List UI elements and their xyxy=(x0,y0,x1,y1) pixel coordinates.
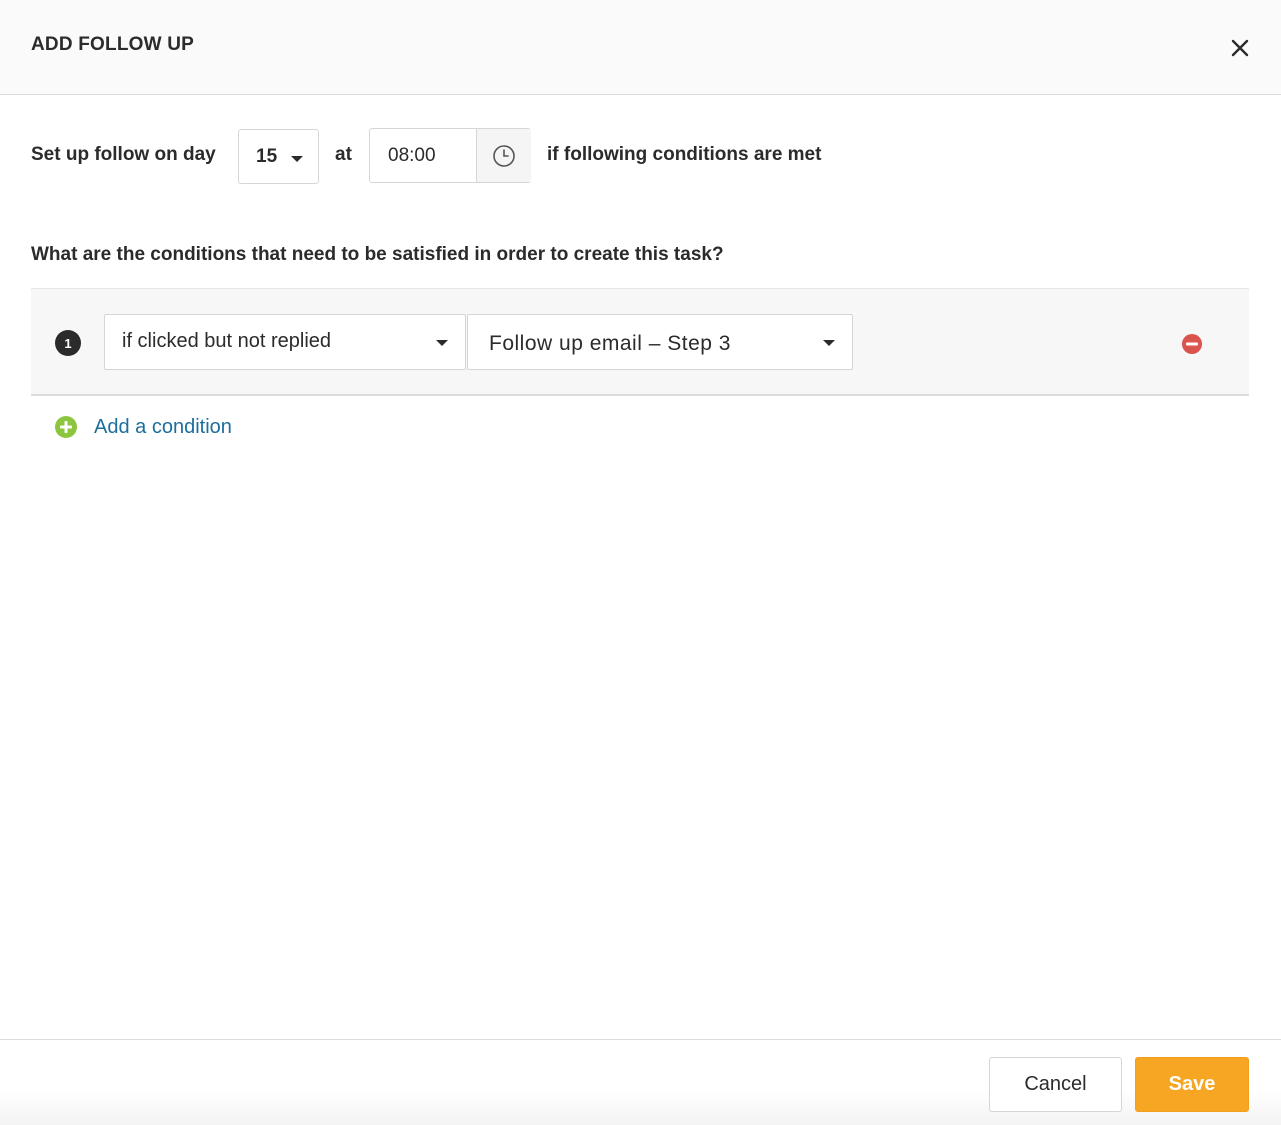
schedule-prefix-label: Set up follow on day xyxy=(31,144,216,165)
condition-step-select[interactable]: Follow up email – Step 3 xyxy=(467,314,853,370)
schedule-suffix-label: if following conditions are met xyxy=(547,144,822,165)
schedule-row: Set up follow on day 15 at 08:00 if foll… xyxy=(0,128,1281,184)
time-picker-button[interactable] xyxy=(476,129,531,182)
day-select[interactable]: 15 xyxy=(238,129,319,184)
add-follow-up-dialog: ADD FOLLOW UP Set up follow on day 15 at… xyxy=(0,0,1281,1125)
time-input-value: 08:00 xyxy=(388,145,436,166)
time-input[interactable]: 08:00 xyxy=(369,128,531,183)
save-button[interactable]: Save xyxy=(1135,1057,1249,1112)
condition-step-value: Follow up email – Step 3 xyxy=(489,332,731,355)
chevron-down-icon xyxy=(823,340,835,346)
condition-type-select[interactable]: if clicked but not replied xyxy=(104,314,466,370)
close-button[interactable] xyxy=(1226,34,1254,62)
conditions-question: What are the conditions that need to be … xyxy=(31,244,724,265)
add-condition-label: Add a condition xyxy=(94,415,232,438)
at-label: at xyxy=(335,144,352,165)
condition-number-badge: 1 xyxy=(55,330,81,356)
remove-circle-icon xyxy=(1182,334,1202,354)
condition-row: 1 if clicked but not replied Follow up e… xyxy=(31,288,1249,396)
dialog-header: ADD FOLLOW UP xyxy=(0,0,1281,95)
add-condition-link[interactable]: Add a condition xyxy=(54,413,232,441)
dialog-footer: Cancel Save xyxy=(0,1039,1281,1125)
cancel-button[interactable]: Cancel xyxy=(989,1057,1122,1112)
remove-condition-button[interactable] xyxy=(1181,333,1203,355)
close-icon xyxy=(1231,39,1249,57)
chevron-down-icon xyxy=(436,340,448,346)
condition-type-value: if clicked but not replied xyxy=(122,330,332,352)
clock-icon xyxy=(493,144,515,167)
dialog-title: ADD FOLLOW UP xyxy=(31,34,195,55)
add-circle-icon xyxy=(55,416,77,438)
day-select-value: 15 xyxy=(256,146,278,167)
chevron-down-icon xyxy=(291,156,303,162)
